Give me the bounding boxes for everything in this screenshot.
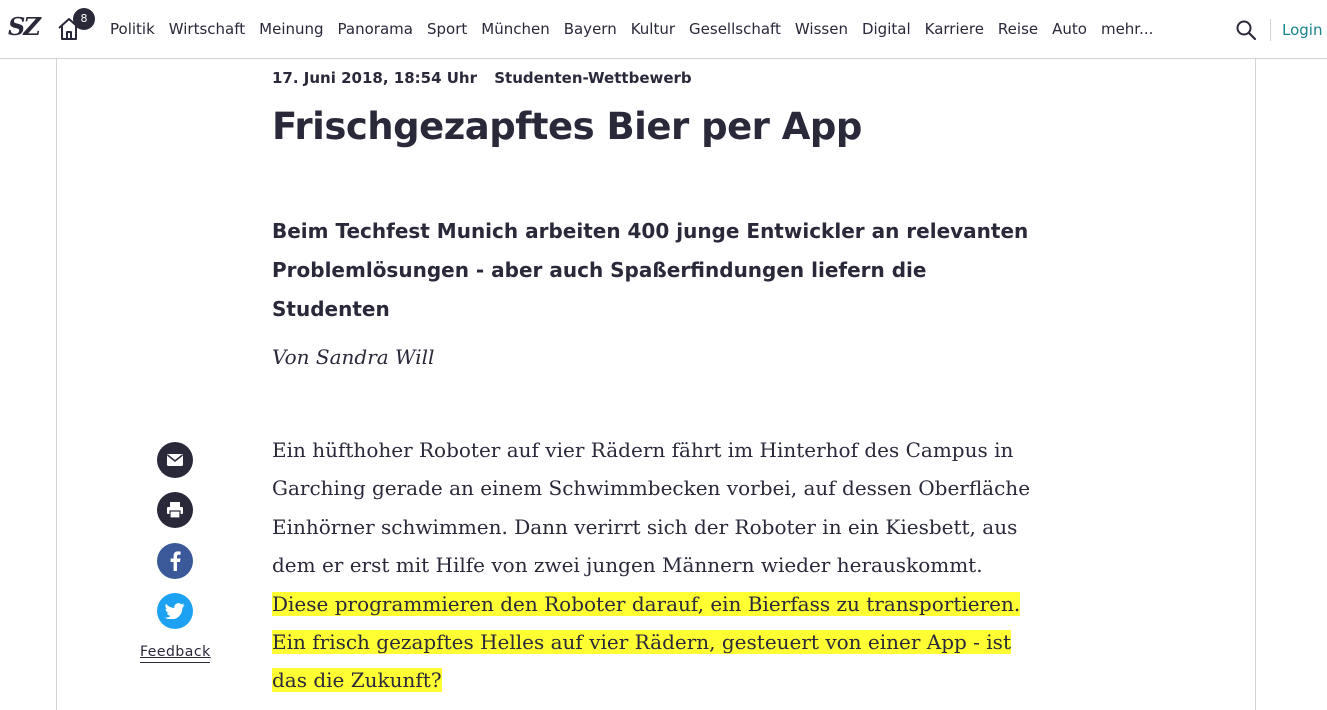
nav-item-muenchen[interactable]: München [481,18,549,40]
nav-item-digital[interactable]: Digital [862,18,911,40]
feedback-link[interactable]: Feedback [140,642,210,663]
article-body-paragraph: Ein hüfthoher Roboter auf vier Rädern fä… [272,431,1037,700]
highlighted-text: Diese programmieren den Roboter darauf, … [272,591,1021,693]
nav-item-panorama[interactable]: Panorama [338,18,413,40]
nav-item-politik[interactable]: Politik [110,18,155,40]
article-date: 17. Juni 2018, 18:54 Uhr [272,69,477,87]
top-navigation-bar: SZ 8 Politik Wirtschaft Meinung Panorama… [0,0,1327,59]
mail-icon [167,454,183,466]
nav-item-reise[interactable]: Reise [998,18,1038,40]
login-link[interactable]: Login [1282,19,1322,41]
article-meta: 17. Juni 2018, 18:54 Uhr Studenten-Wettb… [272,67,692,89]
nav-item-gesellschaft[interactable]: Gesellschaft [689,18,781,40]
nav-item-wirtschaft[interactable]: Wirtschaft [169,18,245,40]
header-divider [1270,19,1271,41]
home-badge: 8 [73,8,95,30]
nav-item-sport[interactable]: Sport [427,18,467,40]
share-mail-button[interactable] [157,442,193,478]
nav-item-bayern[interactable]: Bayern [564,18,617,40]
twitter-icon [165,603,185,619]
nav-item-meinung[interactable]: Meinung [259,18,323,40]
nav-item-auto[interactable]: Auto [1052,18,1087,40]
nav-item-karriere[interactable]: Karriere [925,18,984,40]
facebook-icon [170,551,181,571]
nav-item-mehr[interactable]: mehr... [1101,18,1153,40]
main-nav: Politik Wirtschaft Meinung Panorama Spor… [110,18,1153,40]
article-headline: Frischgezapftes Bier per App [272,105,862,148]
article-teaser: Beim Techfest Munich arbeiten 400 junge … [272,219,1029,321]
print-icon [167,502,183,519]
search-icon[interactable] [1235,19,1257,41]
share-print-button[interactable] [157,492,193,528]
article-author: Von Sandra Will [272,345,435,369]
nav-item-wissen[interactable]: Wissen [795,18,848,40]
nav-item-kultur[interactable]: Kultur [631,18,675,40]
article-kicker: Studenten-Wettbewerb [494,69,692,87]
share-facebook-button[interactable] [157,543,193,579]
sz-logo[interactable]: SZ [8,12,41,41]
body-text: Ein hüfthoher Roboter auf vier Rädern fä… [272,438,1031,578]
share-twitter-button[interactable] [157,593,193,629]
